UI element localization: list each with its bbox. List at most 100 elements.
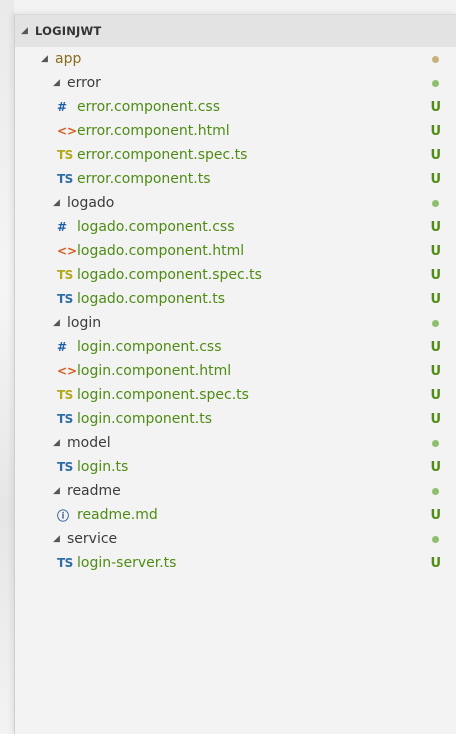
file-item-login-server-ts[interactable]: TS login-server.ts U	[15, 551, 456, 575]
item-label: error	[67, 75, 101, 91]
item-label: service	[67, 531, 118, 547]
git-untracked-badge: U	[430, 243, 441, 259]
status-dot	[432, 535, 439, 543]
status-dot	[432, 199, 439, 207]
status-dot	[432, 79, 439, 87]
folder-item-service[interactable]: ◢ service	[15, 527, 456, 551]
spec-ts-file-icon: TS	[57, 148, 73, 162]
git-untracked-badge: U	[430, 123, 441, 139]
item-label: readme.md	[77, 507, 158, 523]
expanded-twisty-icon[interactable]: ◢	[53, 534, 67, 544]
item-label: login.ts	[77, 459, 129, 475]
typescript-file-icon: TS	[57, 292, 73, 306]
item-label: login.component.css	[77, 339, 222, 355]
typescript-file-icon: TS	[57, 460, 73, 474]
item-label: login.component.ts	[77, 411, 212, 427]
folder-item-app[interactable]: ◢ app	[15, 47, 456, 71]
folder-item-model[interactable]: ◢ model	[15, 431, 456, 455]
git-modified-dot-icon	[432, 191, 441, 215]
git-untracked-badge: U	[430, 291, 441, 307]
css-file-icon: #	[57, 220, 68, 234]
collapse-twisty-icon[interactable]: ◢	[21, 26, 35, 36]
folder-item-readme[interactable]: ◢ readme	[15, 479, 456, 503]
git-untracked-badge: U	[430, 99, 441, 115]
file-item-error-component-html[interactable]: <> error.component.html U	[15, 119, 456, 143]
git-untracked-badge: U	[430, 267, 441, 283]
item-label: logado.component.html	[77, 243, 245, 259]
file-item-login-ts[interactable]: TS login.ts U	[15, 455, 456, 479]
item-label: logado	[67, 195, 115, 211]
background-decoration	[0, 0, 14, 733]
status-dot	[432, 439, 439, 447]
git-modified-dot-icon	[432, 311, 441, 335]
file-item-login-component-css[interactable]: # login.component.css U	[15, 335, 456, 359]
item-label: app	[55, 51, 82, 67]
item-label: logado.component.spec.ts	[77, 267, 262, 283]
item-label: error.component.html	[77, 123, 230, 139]
folder-item-logado[interactable]: ◢ logado	[15, 191, 456, 215]
item-label: login.component.spec.ts	[77, 387, 249, 403]
folder-item-login[interactable]: ◢ login	[15, 311, 456, 335]
file-item-logado-component-css[interactable]: # logado.component.css U	[15, 215, 456, 239]
git-untracked-badge: U	[430, 555, 441, 571]
css-file-icon: #	[57, 100, 68, 114]
typescript-file-icon: TS	[57, 556, 73, 570]
expanded-twisty-icon[interactable]: ◢	[53, 318, 67, 328]
git-untracked-badge: U	[430, 411, 441, 427]
file-item-error-component-css[interactable]: # error.component.css U	[15, 95, 456, 119]
screenshot-frame: ◢ LOGINJWT ◢ app ◢ error # error.component.cs…	[0, 0, 456, 734]
git-untracked-badge: U	[430, 219, 441, 235]
css-file-icon: #	[57, 340, 68, 354]
status-dot	[432, 55, 439, 63]
item-label: logado.component.css	[77, 219, 235, 235]
status-dot	[432, 487, 439, 495]
git-untracked-badge: U	[430, 339, 441, 355]
item-label: login-server.ts	[77, 555, 177, 571]
item-label: error.component.css	[77, 99, 220, 115]
file-item-login-component-spec-ts[interactable]: TS login.component.spec.ts U	[15, 383, 456, 407]
folder-item-error[interactable]: ◢ error	[15, 71, 456, 95]
item-label: readme	[67, 483, 121, 499]
expanded-twisty-icon[interactable]: ◢	[53, 438, 67, 448]
git-modified-dot-icon	[432, 431, 441, 455]
info-file-icon: ⓘ	[57, 508, 70, 523]
item-label: error.component.spec.ts	[77, 147, 248, 163]
file-item-logado-component-spec-ts[interactable]: TS logado.component.spec.ts U	[15, 263, 456, 287]
item-label: logado.component.ts	[77, 291, 226, 307]
expanded-twisty-icon[interactable]: ◢	[41, 54, 55, 64]
file-item-login-component-html[interactable]: <> login.component.html U	[15, 359, 456, 383]
spec-ts-file-icon: TS	[57, 268, 73, 282]
explorer-section-header[interactable]: ◢ LOGINJWT	[15, 15, 456, 47]
git-untracked-badge: U	[430, 171, 441, 187]
file-item-logado-component-html[interactable]: <> logado.component.html U	[15, 239, 456, 263]
file-item-logado-component-ts[interactable]: TS logado.component.ts U	[15, 287, 456, 311]
item-label: login	[67, 315, 102, 331]
html-file-icon: <>	[57, 244, 78, 258]
expanded-twisty-icon[interactable]: ◢	[53, 486, 67, 496]
file-item-readme-md[interactable]: ⓘ readme.md U	[15, 503, 456, 527]
spec-ts-file-icon: TS	[57, 388, 73, 402]
file-tree: ◢ app ◢ error # error.component.css U <> error.c…	[15, 47, 456, 575]
git-modified-dot-icon	[432, 47, 441, 71]
item-label: model	[67, 435, 111, 451]
git-untracked-badge: U	[430, 147, 441, 163]
file-item-login-component-ts[interactable]: TS login.component.ts U	[15, 407, 456, 431]
git-modified-dot-icon	[432, 527, 441, 551]
expanded-twisty-icon[interactable]: ◢	[53, 198, 67, 208]
git-untracked-badge: U	[430, 459, 441, 475]
status-dot	[432, 319, 439, 327]
git-untracked-badge: U	[430, 387, 441, 403]
html-file-icon: <>	[57, 124, 78, 138]
workspace-title: LOGINJWT	[35, 24, 102, 38]
git-modified-dot-icon	[432, 479, 441, 503]
file-item-error-component-spec-ts[interactable]: TS error.component.spec.ts U	[15, 143, 456, 167]
typescript-file-icon: TS	[57, 172, 73, 186]
item-label: login.component.html	[77, 363, 232, 379]
expanded-twisty-icon[interactable]: ◢	[53, 78, 67, 88]
git-untracked-badge: U	[430, 363, 441, 379]
git-untracked-badge: U	[430, 507, 441, 523]
file-item-error-component-ts[interactable]: TS error.component.ts U	[15, 167, 456, 191]
item-label: error.component.ts	[77, 171, 211, 187]
git-modified-dot-icon	[432, 71, 441, 95]
typescript-file-icon: TS	[57, 412, 73, 426]
